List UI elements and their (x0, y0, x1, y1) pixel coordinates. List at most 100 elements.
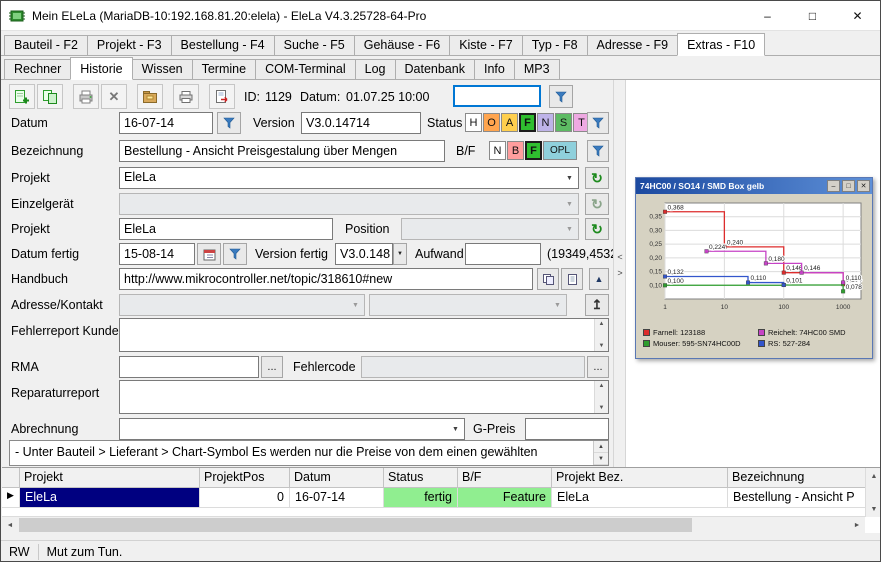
g-preis-input[interactable] (525, 418, 609, 440)
bf-box-opl[interactable]: OPL (543, 141, 577, 160)
tab-bestellung-f4[interactable]: Bestellung - F4 (171, 35, 275, 55)
column-header-projektpos[interactable]: ProjektPos (200, 468, 290, 487)
column-header-projekt[interactable]: Projekt (20, 468, 200, 487)
chevron-down-icon[interactable]: ▼ (561, 168, 578, 188)
subtab-termine[interactable]: Termine (192, 59, 256, 79)
splitter-collapse-right-button[interactable]: > (615, 266, 625, 280)
version-fertig-input[interactable]: V3.0.148 (335, 243, 393, 265)
subtab-datenbank[interactable]: Datenbank (395, 59, 475, 79)
scroll-down-icon[interactable]: ▼ (599, 405, 605, 411)
chart-maximize-button[interactable]: □ (842, 180, 855, 192)
projekt-combobox[interactable]: EleLa ▼ (119, 167, 579, 189)
panel-splitter[interactable]: < > (613, 80, 626, 467)
column-header-projekt-bez[interactable]: Projekt Bez. (552, 468, 728, 487)
quick-filter-button[interactable] (549, 85, 573, 108)
memo-box[interactable]: - Unter Bauteil > Lieferant > Chart-Symb… (9, 440, 609, 466)
aufwand-input[interactable] (465, 243, 541, 265)
reparaturreport-scrollbar[interactable]: ▲ ▼ (594, 381, 608, 413)
scroll-up-icon[interactable]: ▲ (599, 321, 605, 327)
status-box-a[interactable]: A (501, 113, 518, 132)
datum-fertig-calendar-button[interactable] (197, 243, 221, 265)
scroll-right-icon[interactable]: ► (849, 517, 865, 533)
bf-filter-button[interactable] (587, 140, 609, 162)
bezeichnung-input[interactable]: Bestellung - Ansicht Preisgestalung über… (119, 140, 445, 162)
scroll-down-icon[interactable]: ▼ (599, 343, 605, 349)
tab-typ-f8[interactable]: Typ - F8 (522, 35, 588, 55)
print-label-button[interactable] (73, 84, 99, 109)
cell-bf[interactable]: Feature (458, 488, 552, 507)
add-record-button[interactable] (9, 84, 35, 109)
status-box-n[interactable]: N (537, 113, 554, 132)
cell-bezeichnung[interactable]: Bestellung - Ansicht P (728, 488, 865, 507)
status-box-f[interactable]: F (519, 113, 536, 132)
position-goto-button[interactable]: ↻ (585, 218, 609, 240)
fehlercode-browse-button[interactable]: ... (587, 356, 609, 378)
abrechnung-combobox[interactable]: ▼ (119, 418, 465, 440)
grid-vertical-scrollbar[interactable]: ▲ ▼ (865, 468, 881, 517)
reparaturreport-textarea[interactable]: ▲ ▼ (119, 380, 609, 414)
open-folder-button[interactable] (137, 84, 163, 109)
spin-up-icon[interactable]: ▲ (594, 441, 608, 453)
datum-filter-button[interactable] (217, 112, 241, 134)
tab-projekt-f3[interactable]: Projekt - F3 (87, 35, 172, 55)
bf-box-n[interactable]: N (489, 141, 506, 160)
handbuch-input[interactable]: http://www.mikrocontroller.net/topic/318… (119, 268, 533, 290)
status-box-s[interactable]: S (555, 113, 572, 132)
subtab-info[interactable]: Info (474, 59, 515, 79)
status-filter-button[interactable] (587, 112, 609, 134)
print-button[interactable] (173, 84, 199, 109)
tab-bauteil-f2[interactable]: Bauteil - F2 (4, 35, 88, 55)
splitter-collapse-left-button[interactable]: < (615, 250, 625, 264)
subtab-log[interactable]: Log (355, 59, 396, 79)
bf-box-b[interactable]: B (507, 141, 524, 160)
delete-record-button[interactable]: ✕ (101, 84, 127, 109)
subtab-wissen[interactable]: Wissen (132, 59, 193, 79)
rma-browse-button[interactable]: ... (261, 356, 283, 378)
subtab-com-terminal[interactable]: COM-Terminal (255, 59, 356, 79)
datum-fertig-input[interactable]: 15-08-14 (119, 243, 195, 265)
close-button[interactable]: ✕ (835, 1, 880, 30)
tab-suche-f5[interactable]: Suche - F5 (274, 35, 355, 55)
version-fertig-spin-button[interactable]: ▼ (393, 243, 407, 265)
subtab-rechner[interactable]: Rechner (4, 59, 71, 79)
einzelgeraet-goto-button[interactable]: ↻ (585, 193, 609, 215)
tab-extras-f10[interactable]: Extras - F10 (677, 33, 765, 56)
quick-search-input[interactable] (453, 85, 541, 107)
cell-projekt-bez[interactable]: EleLa (552, 488, 728, 507)
column-header-bf[interactable]: B/F (458, 468, 552, 487)
status-box-o[interactable]: O (483, 113, 500, 132)
chart-minimize-button[interactable]: – (827, 180, 840, 192)
rma-input[interactable] (119, 356, 259, 378)
projekt-goto-button[interactable]: ↻ (585, 167, 609, 189)
datum-input[interactable]: 16-07-14 (119, 112, 213, 134)
scroll-up-icon[interactable]: ▲ (866, 468, 881, 484)
maximize-button[interactable]: □ (790, 1, 835, 30)
column-header-bezeichnung[interactable]: Bezeichnung (728, 468, 865, 487)
version-input[interactable]: V3.0.14714 (301, 112, 421, 134)
export-report-button[interactable] (209, 84, 235, 109)
fehlerreport-textarea[interactable]: ▲ ▼ (119, 318, 609, 352)
cell-projekt[interactable]: EleLa (20, 488, 200, 507)
subtab-mp3[interactable]: MP3 (514, 59, 560, 79)
fehlerreport-scrollbar[interactable]: ▲ ▼ (594, 319, 608, 351)
column-header-status[interactable]: Status (384, 468, 458, 487)
column-header-datum[interactable]: Datum (290, 468, 384, 487)
tab-adresse-f9[interactable]: Adresse - F9 (587, 35, 679, 55)
grid-horizontal-scrollbar[interactable]: ◄ ► (2, 516, 865, 533)
handbuch-copy-button[interactable] (537, 268, 559, 290)
datum-fertig-filter-button[interactable] (223, 243, 247, 265)
handbuch-open-button[interactable] (561, 268, 583, 290)
scroll-left-icon[interactable]: ◄ (2, 517, 18, 533)
scroll-down-icon[interactable]: ▼ (866, 501, 881, 517)
chart-window-titlebar[interactable]: 74HC00 / SO14 / SMD Box gelb – □ ✕ (636, 178, 872, 194)
status-box-h[interactable]: H (465, 113, 482, 132)
scrollbar-thumb[interactable] (19, 518, 692, 532)
copy-record-button[interactable] (37, 84, 63, 109)
minimize-button[interactable]: – (745, 1, 790, 30)
spin-down-icon[interactable]: ▼ (594, 453, 608, 465)
cell-status[interactable]: fertig (384, 488, 458, 507)
projekt2-input[interactable]: EleLa (119, 218, 333, 240)
scroll-up-icon[interactable]: ▲ (599, 383, 605, 389)
tab-kiste-f7[interactable]: Kiste - F7 (449, 35, 523, 55)
bf-box-f[interactable]: F (525, 141, 542, 160)
